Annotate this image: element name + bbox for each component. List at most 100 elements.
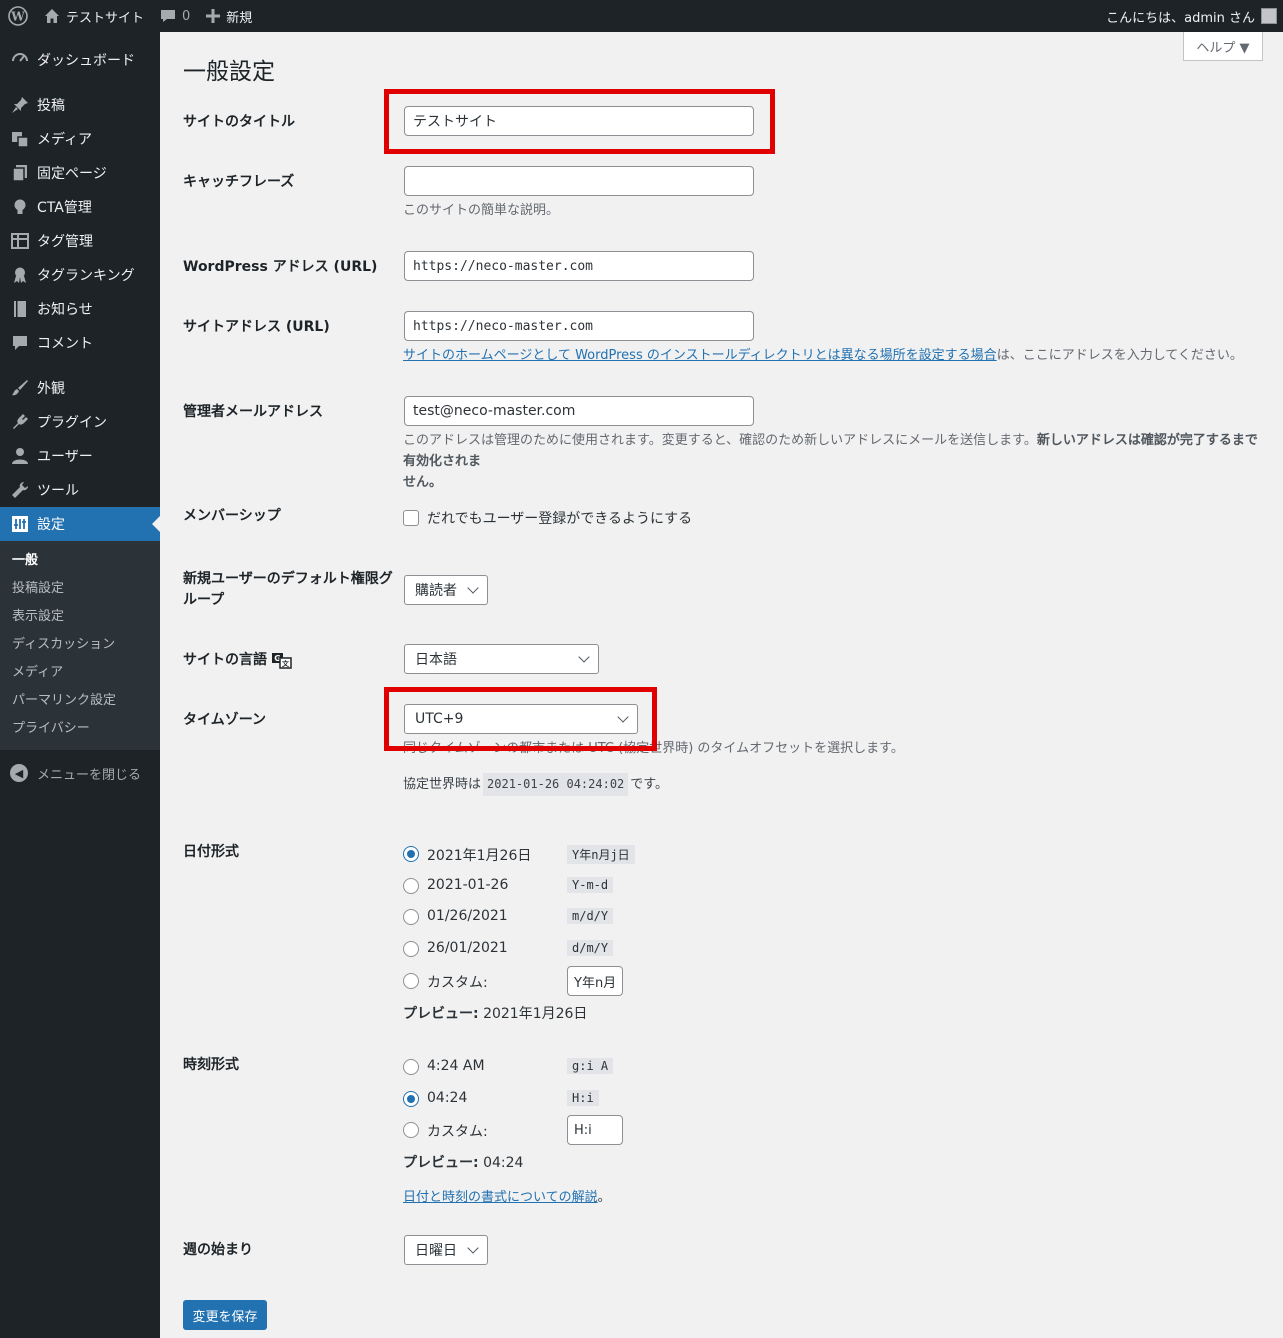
- highlight-box-site-title: [384, 89, 775, 154]
- date-format-label: 日付形式: [183, 844, 239, 860]
- sidebar-item-comments[interactable]: コメント: [0, 326, 160, 360]
- time-format-radio-custom[interactable]: [403, 1122, 419, 1138]
- sidebar-item-label: 固定ページ: [37, 166, 107, 182]
- start-of-week-select[interactable]: 日曜日: [404, 1235, 488, 1265]
- date-format-option-label[interactable]: 2021-01-26: [427, 877, 508, 893]
- sidebar-item-settings[interactable]: 設定: [0, 507, 160, 541]
- sidebar-item-appearance[interactable]: 外観: [0, 371, 160, 405]
- sidebar-item-users[interactable]: ユーザー: [0, 439, 160, 473]
- membership-label: メンバーシップ: [183, 508, 281, 524]
- my-account-link[interactable]: こんにちは、admin さん: [1092, 0, 1283, 32]
- submenu-item-general[interactable]: 一般: [0, 547, 160, 575]
- date-format-radio-custom[interactable]: [403, 973, 419, 989]
- site-name-link[interactable]: テストサイト: [36, 0, 152, 32]
- date-time-doc-suffix: 。: [597, 1190, 611, 1205]
- sidebar-item-label: 投稿: [37, 98, 65, 114]
- collapse-menu-button[interactable]: ◀ メニューを閉じる: [0, 756, 160, 790]
- comment-icon: [10, 333, 30, 353]
- time-format-option-label[interactable]: 04:24: [427, 1090, 467, 1106]
- date-format-code: m/d/Y: [567, 908, 614, 924]
- plugin-icon: [10, 412, 30, 432]
- site-url-desc-rest: は、ここにアドレスを入力してください。: [996, 348, 1243, 363]
- sidebar-item-pages[interactable]: 固定ページ: [0, 156, 160, 190]
- site-url-label: サイトアドレス (URL): [183, 319, 330, 335]
- sidebar-item-label: お知らせ: [37, 302, 93, 318]
- submenu-item-permalink[interactable]: パーマリンク設定: [0, 687, 160, 715]
- sidebar-item-label: プラグイン: [37, 415, 107, 431]
- dashboard-icon: [10, 50, 30, 70]
- media-icon: [10, 129, 30, 149]
- time-format-radio-1[interactable]: [403, 1091, 419, 1107]
- date-format-option-label[interactable]: 26/01/2021: [427, 940, 508, 956]
- sidebar-item-dashboard[interactable]: ダッシュボード: [0, 43, 160, 77]
- site-url-description: サイトのホームページとして WordPress のインストールディレクトリとは異…: [403, 345, 1243, 366]
- default-role-label-line1: 新規ユーザーのデフォルト権限グ: [183, 571, 393, 587]
- wordpress-logo-icon[interactable]: W: [0, 0, 36, 32]
- settings-submenu: 一般 投稿設定 表示設定 ディスカッション メディア パーマリンク設定 プライバ…: [0, 541, 160, 750]
- lightbulb-icon: [10, 197, 30, 217]
- time-format-custom-input[interactable]: H:i: [567, 1115, 623, 1145]
- highlight-box-timezone: [384, 687, 657, 751]
- new-content-link[interactable]: 新規: [198, 0, 260, 32]
- date-time-doc-link[interactable]: 日付と時刻の書式についての解説: [403, 1190, 598, 1205]
- chevron-down-icon: [467, 582, 479, 594]
- tagline-label: キャッチフレーズ: [183, 174, 295, 190]
- plus-icon: [206, 9, 221, 23]
- table-icon: [10, 231, 30, 251]
- sidebar-item-media[interactable]: メディア: [0, 122, 160, 156]
- sidebar-item-plugins[interactable]: プラグイン: [0, 405, 160, 439]
- svg-text:W: W: [10, 10, 25, 24]
- timezone-label: タイムゾーン: [183, 712, 267, 728]
- date-format-option-label[interactable]: 2021年1月26日: [427, 845, 531, 865]
- utc-time-line: 協定世界時は 2021-01-26 04:24:02 です。: [403, 773, 668, 796]
- page-title: 一般設定: [183, 59, 275, 85]
- svg-text:文: 文: [282, 659, 290, 668]
- sidebar-item-cta[interactable]: CTA管理: [0, 190, 160, 224]
- submenu-item-privacy[interactable]: プライバシー: [0, 715, 160, 743]
- site-url-input[interactable]: https://neco-master.com: [404, 311, 754, 341]
- time-format-option-label[interactable]: カスタム:: [427, 1121, 488, 1141]
- date-format-code: Y年n月j日: [567, 845, 635, 864]
- tagline-input[interactable]: [404, 166, 754, 196]
- sidebar-item-posts[interactable]: 投稿: [0, 88, 160, 122]
- save-changes-button[interactable]: 変更を保存: [183, 1300, 267, 1330]
- time-format-radio-0[interactable]: [403, 1059, 419, 1075]
- sidebar-item-tools[interactable]: ツール: [0, 473, 160, 507]
- sidebar-item-tags[interactable]: タグ管理: [0, 224, 160, 258]
- date-format-radio-1[interactable]: [403, 878, 419, 894]
- help-button[interactable]: ヘルプ ▼: [1183, 32, 1263, 61]
- date-format-option-label[interactable]: カスタム:: [427, 972, 488, 992]
- date-format-custom-input[interactable]: Y年n月: [567, 966, 623, 996]
- wrench-icon: [10, 480, 30, 500]
- admin-email-input[interactable]: test@neco-master.com: [404, 396, 754, 426]
- membership-checkbox[interactable]: [403, 510, 419, 526]
- wp-url-label: WordPress アドレス (URL): [183, 257, 377, 278]
- submenu-item-discussion[interactable]: ディスカッション: [0, 631, 160, 659]
- comments-link[interactable]: 0: [152, 0, 198, 32]
- membership-checkbox-label[interactable]: だれでもユーザー登録ができるようにする: [427, 508, 692, 528]
- sidebar-item-tag-ranking[interactable]: タグランキング: [0, 258, 160, 292]
- date-format-radio-0[interactable]: [403, 846, 419, 862]
- submenu-item-reading[interactable]: 表示設定: [0, 603, 160, 631]
- sidebar-item-label: ダッシュボード: [37, 53, 135, 69]
- collapse-arrow-icon: ◀: [10, 764, 28, 782]
- time-format-code: H:i: [567, 1090, 599, 1106]
- default-role-select[interactable]: 購読者: [404, 575, 488, 605]
- date-format-radio-3[interactable]: [403, 941, 419, 957]
- date-format-option-label[interactable]: 01/26/2021: [427, 908, 508, 924]
- new-label: 新規: [226, 10, 253, 26]
- site-url-help-link[interactable]: サイトのホームページとして WordPress のインストールディレクトリとは異…: [403, 348, 997, 363]
- site-language-label: サイトの言語 G 文: [183, 650, 292, 671]
- date-format-radio-2[interactable]: [403, 909, 419, 925]
- default-role-label: 新規ユーザーのデフォルト権限グ ループ: [183, 569, 393, 611]
- comment-icon: [161, 10, 176, 22]
- wp-url-input[interactable]: https://neco-master.com: [404, 251, 754, 281]
- time-format-option-label[interactable]: 4:24 AM: [427, 1058, 485, 1074]
- utc-prefix: 協定世界時は: [403, 777, 482, 792]
- site-language-select[interactable]: 日本語: [404, 644, 599, 674]
- sidebar-item-news[interactable]: お知らせ: [0, 292, 160, 326]
- submenu-item-writing[interactable]: 投稿設定: [0, 575, 160, 603]
- submenu-item-media[interactable]: メディア: [0, 659, 160, 687]
- sidebar-item-label: ツール: [37, 483, 79, 499]
- site-language-label-text: サイトの言語: [183, 652, 267, 668]
